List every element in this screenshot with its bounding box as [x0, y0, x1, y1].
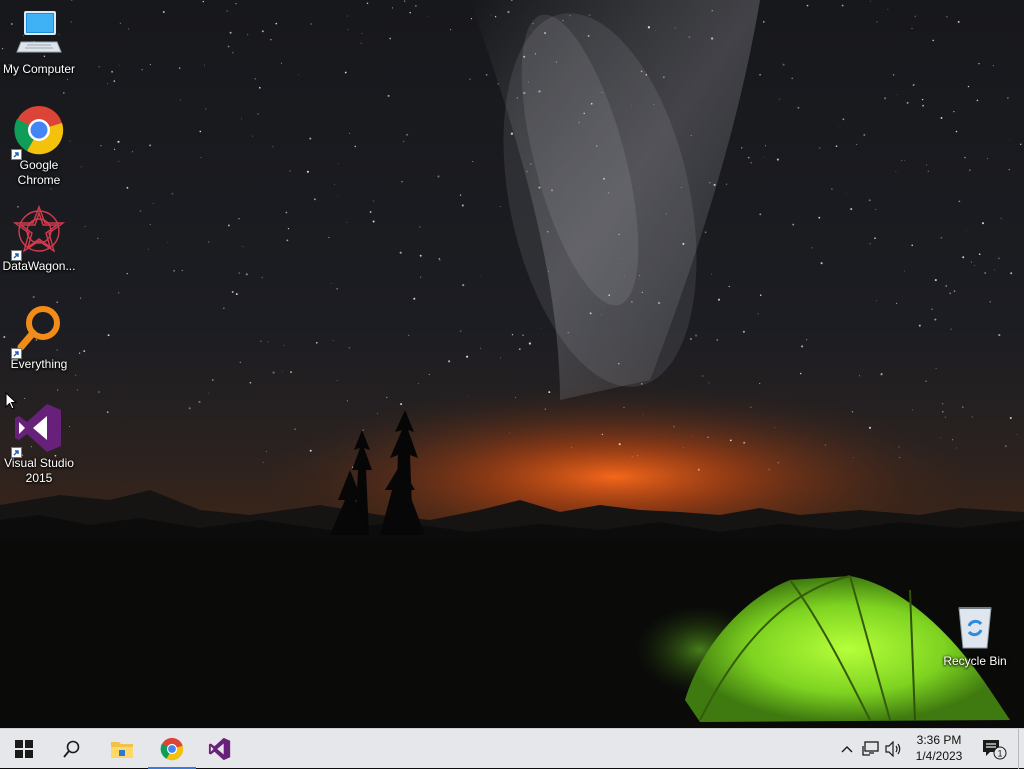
chrome-icon [11, 104, 65, 160]
desktop-icon-label: Google Chrome [17, 158, 61, 187]
windows-start-icon [15, 740, 33, 758]
volume-icon [885, 741, 901, 757]
clock-date: 1/4/2023 [915, 749, 963, 763]
chrome-icon [160, 737, 184, 761]
network-icon [862, 741, 879, 756]
desktop-icon-datawagon[interactable]: DataWagon... [1, 205, 77, 274]
notification-center-icon: 1 [983, 740, 1007, 760]
taskbar-visual-studio[interactable] [196, 729, 244, 769]
desktop-icon-visual-studio-2015[interactable]: Visual Studio 2015 [1, 402, 77, 486]
volume-tray-button[interactable] [883, 729, 905, 769]
shortcut-arrow-icon [11, 447, 22, 458]
network-tray-button[interactable] [860, 729, 882, 769]
mouse-cursor-icon [5, 392, 17, 410]
recycle-bin-icon [949, 600, 1001, 652]
taskbar-clock[interactable]: 3:36 PM 1/4/2023 [906, 732, 972, 764]
desktop-icon-everything[interactable]: Everything [1, 303, 77, 372]
show-hidden-icons-button[interactable] [837, 729, 857, 769]
chevron-up-icon [841, 746, 853, 753]
desktop-wallpaper [0, 0, 1024, 728]
show-desktop-button[interactable] [1018, 729, 1024, 769]
visual-studio-icon [208, 737, 231, 761]
start-button[interactable] [0, 729, 48, 769]
shortcut-arrow-icon [11, 149, 22, 160]
desktop-icon-google-chrome[interactable]: Google Chrome [1, 104, 77, 188]
search-button[interactable] [48, 729, 96, 769]
search-icon [63, 740, 80, 758]
desktop-icon-label: Visual Studio 2015 [4, 456, 74, 485]
desktop-icon-recycle-bin[interactable]: Recycle Bin [937, 600, 1013, 669]
datawagon-icon [11, 205, 66, 261]
computer-icon [13, 8, 65, 60]
taskbar: 3:36 PM 1/4/2023 1 [0, 728, 1024, 769]
desktop-icon-label: DataWagon... [2, 259, 76, 273]
everything-search-icon [11, 303, 65, 359]
taskbar-chrome[interactable] [148, 729, 196, 769]
visual-studio-icon [11, 402, 65, 458]
notification-count-badge: 1 [997, 749, 1002, 759]
file-explorer-icon [111, 742, 133, 758]
desktop-icon-label: Everything [10, 357, 68, 371]
taskbar-file-explorer[interactable] [98, 729, 146, 769]
desktop-icon-label: My Computer [2, 62, 76, 76]
action-center-button[interactable]: 1 [978, 729, 1010, 769]
desktop-icon-label: Recycle Bin [943, 654, 1007, 668]
shortcut-arrow-icon [11, 250, 22, 261]
shortcut-arrow-icon [11, 348, 22, 359]
desktop-icon-my-computer[interactable]: My Computer [1, 8, 77, 77]
clock-time: 3:36 PM [916, 733, 962, 747]
